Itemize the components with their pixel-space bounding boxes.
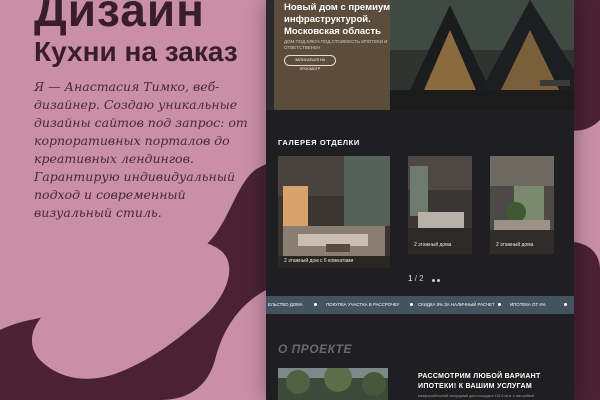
mortgage-caption: комфортабельный загородный дом площадью …: [418, 394, 535, 398]
gallery-card-image: [278, 156, 390, 268]
ticker-dot: [564, 303, 567, 306]
ticker-dot: [314, 303, 317, 306]
about-heading: О ПРОЕКТЕ: [278, 342, 352, 356]
gallery-card-image: [490, 156, 554, 254]
gallery-card[interactable]: 2 этажный дом с 6 комнатами: [278, 156, 390, 268]
poster-title: Дизайн: [34, 0, 205, 36]
gallery-card[interactable]: 2 этажный дома: [408, 156, 472, 254]
hero-section: Новый дом с премиум инфраструктурой. Мос…: [266, 0, 574, 110]
ticker-item: СКИДКА 5% ЗА НАЛИЧНЫЙ РАСЧЕТ: [418, 302, 495, 307]
about-image: [278, 368, 388, 400]
hero-house-image: [390, 0, 574, 110]
hero-caption: ДОМ ПОД КЛЮЧ ПОД СТОИМОСТЬ ИПОТЕКИ И ОТВ…: [284, 39, 388, 50]
poster-intro-text: Я — Анастасия Тимко, веб-дизайнер. Созда…: [34, 79, 248, 220]
gallery-heading: ГАЛЕРЕЯ ОТДЕЛКИ: [278, 138, 360, 147]
mortgage-title: РАССМОТРИМ ЛЮБОЙ ВАРИАНТ ИПОТЕКИ! К ВАШИ…: [418, 373, 541, 390]
ticker-dot: [410, 303, 413, 306]
ticker-dot: [498, 303, 501, 306]
about-photo-graphic: [278, 368, 388, 400]
pager-dot[interactable]: [437, 279, 440, 282]
gallery-card-image: [408, 156, 472, 254]
pager-dot[interactable]: [432, 279, 435, 282]
gallery-card-label: 2 этажный дома: [496, 242, 534, 248]
ticker-item: ЕЛЬСТВО ДОМА: [268, 302, 303, 307]
gallery-pager: 1 / 2: [408, 274, 424, 283]
gallery-card-label: 2 этажный дом с 6 комнатами: [284, 258, 354, 264]
ticker-item: ПОКУПКА УЧАСТКА В РАССРОЧКУ: [326, 302, 400, 307]
hero-title: Новый дом с премиум инфраструктурой. Мос…: [284, 2, 391, 37]
pager-total: / 2: [414, 274, 424, 283]
pager-current: 1: [408, 274, 413, 283]
gallery-card-label: 2 этажный дома: [414, 242, 452, 248]
hero-cta-button[interactable]: ЗАПИСАТЬСЯ НА ПРОСМОТР: [284, 55, 336, 71]
ticker-item: ИПОТЕКА ОТ 6%: [510, 302, 546, 307]
gallery-card[interactable]: 2 этажный дома: [490, 156, 554, 254]
website-mockup: Новый дом с премиум инфраструктурой. Мос…: [266, 0, 574, 400]
features-ticker: ЕЛЬСТВО ДОМА ПОКУПКА УЧАСТКА В РАССРОЧКУ…: [266, 296, 574, 314]
poster-subtitle: Кухни на заказ: [34, 36, 238, 67]
